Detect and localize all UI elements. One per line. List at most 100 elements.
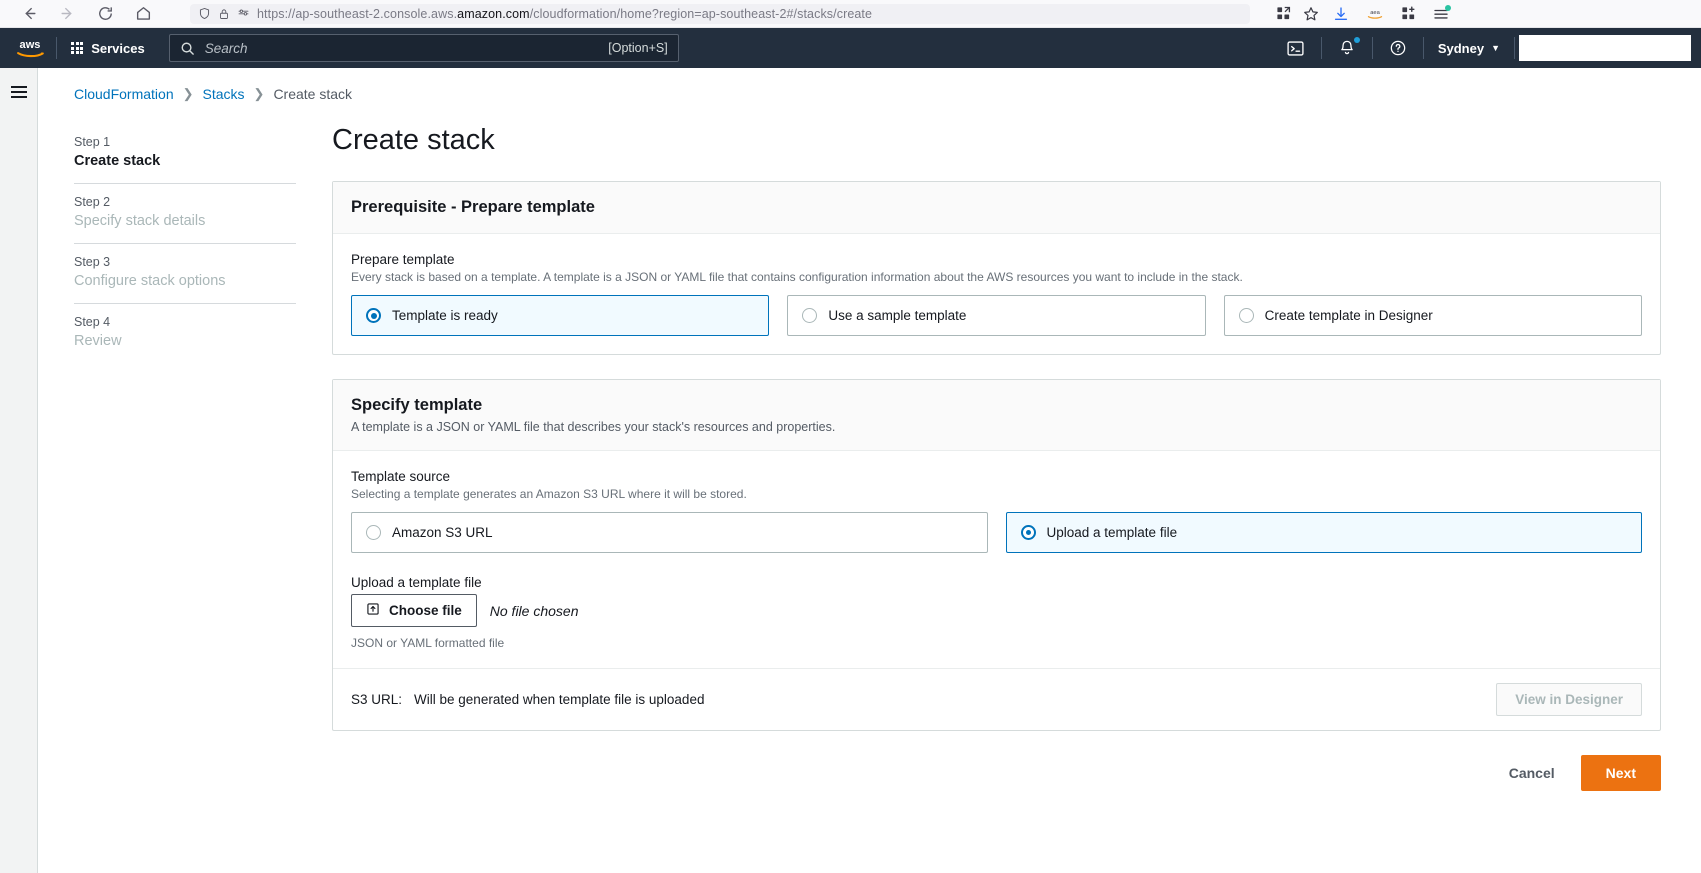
url-bar[interactable]: https://ap-southeast-2.console.aws.amazo… xyxy=(190,3,1250,24)
choose-file-button[interactable]: Choose file xyxy=(351,594,477,627)
selected-file-name: No file chosen xyxy=(489,602,579,619)
help-circle-icon[interactable] xyxy=(1373,28,1423,68)
download-icon[interactable] xyxy=(1333,6,1349,22)
breadcrumb-separator-icon: ❯ xyxy=(182,86,194,101)
upload-file-icon xyxy=(366,602,380,619)
radio-label: Template is ready xyxy=(392,308,498,323)
chevron-down-icon: ▼ xyxy=(1491,42,1500,53)
page-container: CloudFormation ❯ Stacks ❯ Create stack S… xyxy=(0,68,1701,873)
specify-template-card: Specify template A template is a JSON or… xyxy=(332,379,1661,731)
home-icon[interactable] xyxy=(132,3,154,25)
cloudshell-icon[interactable] xyxy=(1270,28,1321,68)
extensions-icon[interactable] xyxy=(1401,6,1416,21)
notifications-bell-icon[interactable] xyxy=(1322,28,1372,68)
prerequisite-card: Prerequisite - Prepare template Prepare … xyxy=(332,181,1661,355)
back-arrow-icon[interactable] xyxy=(18,3,40,25)
specify-template-card-header: Specify template A template is a JSON or… xyxy=(333,380,1660,451)
main-row: Step 1 Create stack Step 2 Specify stack… xyxy=(38,102,1701,873)
aws-logo[interactable]: aws xyxy=(0,36,56,60)
breadcrumb-item-stacks[interactable]: Stacks xyxy=(203,86,245,102)
svg-text:aea: aea xyxy=(1370,10,1380,16)
prerequisite-card-title: Prerequisite - Prepare template xyxy=(351,198,595,216)
left-rail xyxy=(0,68,38,873)
breadcrumb: CloudFormation ❯ Stacks ❯ Create stack xyxy=(38,68,1701,102)
step-title: Review xyxy=(74,333,122,349)
radio-indicator-icon xyxy=(1238,308,1254,323)
page-title: Create stack xyxy=(332,124,495,156)
region-selector[interactable]: Sydney ▼ xyxy=(1424,28,1514,68)
sidebar-toggle-icon[interactable] xyxy=(10,86,27,873)
step-nav-item-4[interactable]: Step 4 Review xyxy=(74,303,296,363)
radio-use-sample-template[interactable]: Use a sample template xyxy=(787,295,1206,336)
template-source-description: Selecting a template generates an Amazon… xyxy=(351,487,747,501)
cancel-button[interactable]: Cancel xyxy=(1505,757,1559,789)
radio-indicator-icon xyxy=(1020,525,1036,540)
step-nav-item-3[interactable]: Step 3 Configure stack options xyxy=(74,243,296,303)
step-title: Specify stack details xyxy=(74,213,206,229)
app-menu-icon[interactable] xyxy=(1433,4,1451,22)
global-search-box[interactable]: Search [Option+S] xyxy=(168,34,679,62)
aws-nav-right: Sydney ▼ xyxy=(1270,28,1701,68)
radio-create-template-in-designer[interactable]: Create template in Designer xyxy=(1223,295,1642,336)
radio-amazon-s3-url[interactable]: Amazon S3 URL xyxy=(351,512,988,553)
bookmark-star-icon[interactable] xyxy=(1303,6,1319,22)
browser-toolbar: https://ap-southeast-2.console.aws.amazo… xyxy=(0,0,1701,28)
account-menu[interactable] xyxy=(1519,35,1691,61)
breadcrumb-separator-icon: ❯ xyxy=(253,86,265,101)
step-title: Create stack xyxy=(74,153,161,169)
update-indicator-dot xyxy=(1445,4,1451,11)
search-icon xyxy=(180,41,195,56)
prepare-template-description: Every stack is based on a template. A te… xyxy=(351,270,1243,284)
radio-indicator-icon xyxy=(802,308,818,323)
specify-template-card-body: Template source Selecting a template gen… xyxy=(333,451,1660,668)
step-number: Step 4 xyxy=(74,315,111,329)
lock-icon[interactable] xyxy=(218,8,230,20)
breadcrumb-item-create-stack: Create stack xyxy=(273,86,353,102)
radio-indicator-icon xyxy=(366,308,381,323)
wizard-footer-actions: Cancel Next xyxy=(332,755,1661,815)
next-button[interactable]: Next xyxy=(1580,755,1661,791)
step-nav-item-2[interactable]: Step 2 Specify stack details xyxy=(74,183,296,243)
prepare-template-radio-group: Template is ready Use a sample template … xyxy=(351,295,1642,336)
url-text: https://ap-southeast-2.console.aws.amazo… xyxy=(257,6,873,21)
nav-divider xyxy=(1514,37,1515,59)
specify-template-card-title: Specify template xyxy=(351,396,483,414)
main-content: Create stack Prerequisite - Prepare temp… xyxy=(296,102,1701,873)
search-input[interactable]: Search xyxy=(195,41,609,56)
reload-icon[interactable] xyxy=(94,3,116,25)
browser-extension-bar: aea xyxy=(1323,4,1451,22)
step-nav-item-1[interactable]: Step 1 Create stack xyxy=(74,124,296,183)
s3-url-value: Will be generated when template file is … xyxy=(414,692,705,707)
step-number: Step 1 xyxy=(74,135,111,149)
s3-url-row: S3 URL: Will be generated when template … xyxy=(351,692,704,707)
services-menu-button[interactable]: Services xyxy=(57,28,159,68)
step-title: Configure stack options xyxy=(74,273,226,289)
permissions-icon[interactable] xyxy=(237,7,250,20)
breadcrumb-item-cloudformation[interactable]: CloudFormation xyxy=(74,86,174,102)
step-number: Step 3 xyxy=(74,255,111,269)
upload-template-file-label: Upload a template file xyxy=(351,575,482,590)
grid-icon xyxy=(71,41,84,55)
specify-template-card-description: A template is a JSON or YAML file that d… xyxy=(351,420,836,434)
radio-label: Amazon S3 URL xyxy=(392,525,493,540)
template-source-radio-group: Amazon S3 URL Upload a template file xyxy=(351,512,1642,553)
view-in-designer-button[interactable]: View in Designer xyxy=(1496,683,1642,716)
specify-template-card-footer: S3 URL: Will be generated when template … xyxy=(333,668,1660,730)
prerequisite-card-body: Prepare template Every stack is based on… xyxy=(333,234,1660,354)
shield-icon[interactable] xyxy=(198,7,211,20)
search-shortcut-hint: [Option+S] xyxy=(608,41,668,55)
services-label: Services xyxy=(91,40,145,56)
radio-upload-template-file[interactable]: Upload a template file xyxy=(1005,512,1642,553)
content-column: CloudFormation ❯ Stacks ❯ Create stack S… xyxy=(38,68,1701,873)
radio-indicator-icon xyxy=(366,525,381,540)
file-upload-row: Choose file No file chosen xyxy=(351,594,1642,627)
forward-arrow-icon[interactable] xyxy=(56,3,78,25)
radio-template-is-ready[interactable]: Template is ready xyxy=(351,295,770,336)
choose-file-label: Choose file xyxy=(389,603,462,618)
amazon-extension-icon[interactable]: aea xyxy=(1366,7,1384,21)
prerequisite-card-header: Prerequisite - Prepare template xyxy=(333,182,1660,234)
template-source-label: Template source xyxy=(351,469,451,484)
split-view-icon[interactable] xyxy=(1276,6,1291,21)
aws-top-navigation: aws Services Search [Option+S] Sydney ▼ xyxy=(0,28,1701,68)
s3-url-label: S3 URL: xyxy=(351,692,403,707)
